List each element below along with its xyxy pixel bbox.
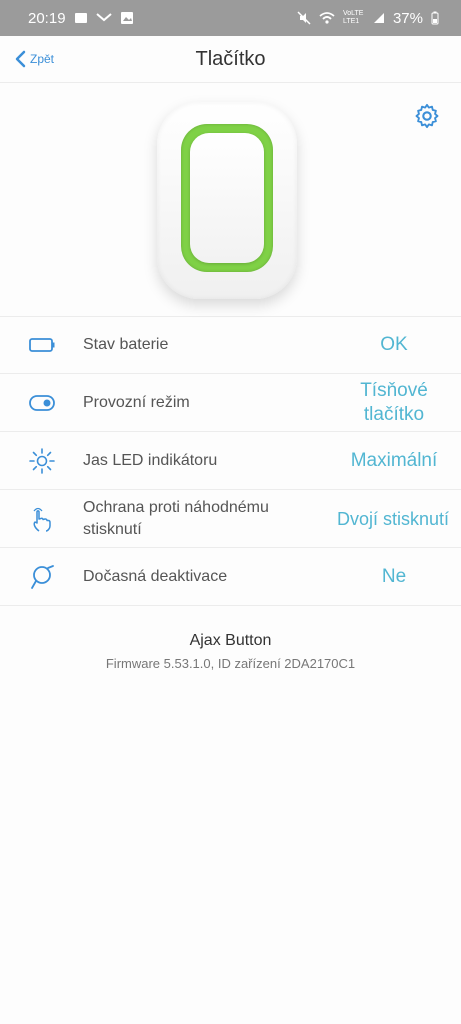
status-bar: 20:19 VoLTE LTE1 37%	[0, 0, 461, 36]
wifi-icon	[319, 12, 335, 24]
row-accidental-press-protection[interactable]: Ochrana proti náhodnému stisknutí Dvojí …	[0, 490, 461, 548]
device-info: Ajax Button Firmware 5.53.1.0, ID zaříze…	[0, 632, 461, 671]
row-value: Maximální	[350, 449, 438, 471]
device-name: Ajax Button	[189, 632, 272, 649]
back-button[interactable]: Zpět	[14, 36, 54, 82]
brightness-icon	[29, 448, 55, 474]
nav-bar: Zpět Tlačítko	[0, 36, 461, 83]
status-left: 20:19	[28, 10, 134, 27]
device-button-core	[190, 133, 264, 263]
chevron-left-icon	[15, 50, 26, 68]
row-label: Stav baterie	[83, 335, 169, 353]
touch-icon	[33, 507, 51, 532]
device-image	[157, 102, 297, 299]
row-label: Provozní režim	[83, 393, 190, 411]
battery-icon	[29, 338, 55, 352]
settings-list: Stav baterie OK Provozní režim Tísňové t…	[0, 316, 461, 606]
row-temporary-deactivation[interactable]: Dočasná deaktivace Ne	[0, 548, 461, 606]
row-battery[interactable]: Stav baterie OK	[0, 316, 461, 374]
device-hero	[0, 82, 461, 317]
row-label: Dočasná deaktivace	[83, 567, 228, 585]
mail-icon	[95, 13, 112, 22]
network-label: VoLTE LTE1	[342, 10, 364, 25]
deactivate-icon	[31, 565, 54, 589]
status-time: 20:19	[28, 9, 66, 27]
status-right: VoLTE LTE1 37%	[297, 10, 439, 27]
toggle-icon	[29, 395, 55, 411]
gear-icon[interactable]	[413, 102, 441, 130]
back-label: Zpět	[30, 52, 55, 66]
image-icon	[120, 12, 133, 24]
row-led-brightness[interactable]: Jas LED indikátoru Maximální	[0, 432, 461, 490]
row-operating-mode[interactable]: Provozní režim Tísňové tlačítko	[0, 374, 461, 432]
row-value: Ne	[381, 565, 407, 587]
battery-status-icon	[431, 11, 439, 25]
notification-icon	[74, 13, 87, 23]
mute-icon	[297, 11, 311, 25]
device-button-ring	[181, 124, 273, 272]
firmware-info: Firmware 5.53.1.0, ID zařízení 2DA2170C1	[105, 656, 356, 671]
row-label: Jas LED indikátoru	[83, 451, 218, 469]
signal-icon	[373, 13, 384, 23]
page-title: Tlačítko	[195, 47, 266, 70]
row-value: Tísňové tlačítko	[360, 379, 428, 425]
row-value: OK	[380, 333, 408, 355]
row-value: Dvojí stisknutí	[336, 508, 450, 529]
battery-percent: 37%	[392, 9, 423, 27]
row-label: Ochrana proti náhodnému stisknutí	[83, 498, 269, 538]
